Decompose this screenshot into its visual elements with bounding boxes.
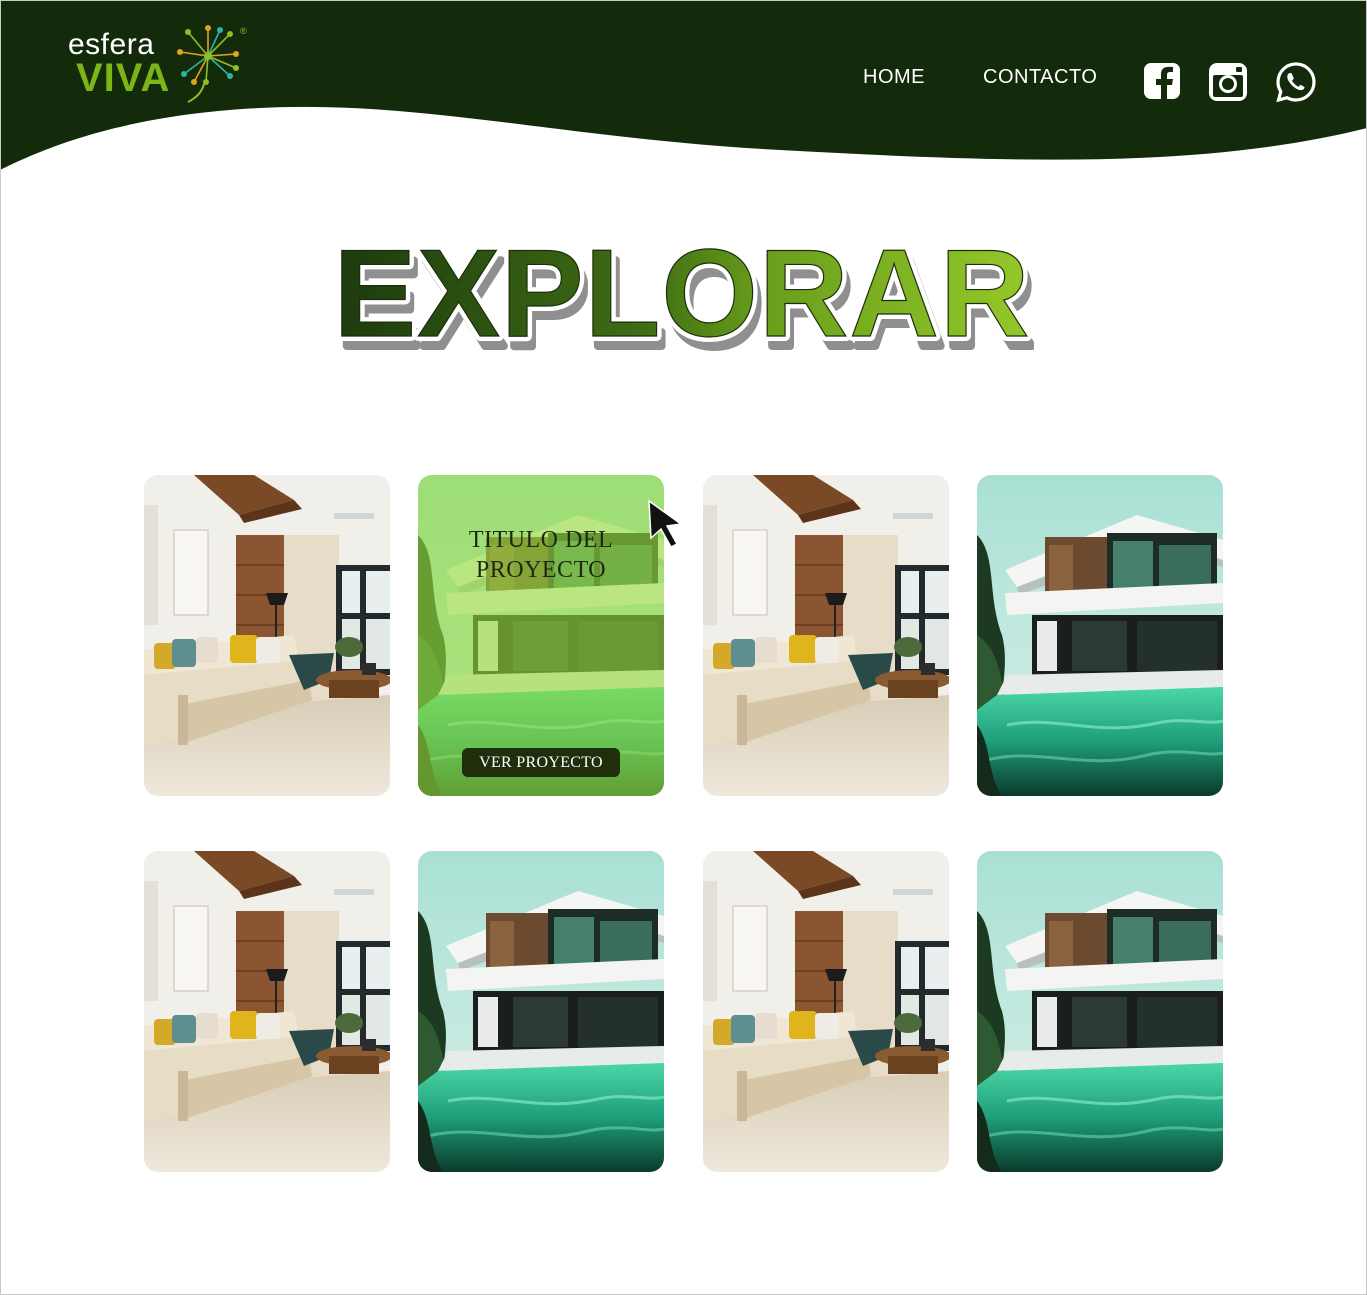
facebook-icon[interactable] [1143, 62, 1183, 102]
project-image-living-room [703, 475, 949, 796]
project-card-7[interactable] [703, 851, 949, 1172]
project-card-6[interactable] [418, 851, 664, 1172]
registered-mark: ® [240, 26, 247, 36]
view-project-button[interactable]: VER PROYECTO [462, 748, 620, 777]
dandelion-icon: ® [177, 25, 247, 103]
project-card-3[interactable] [703, 475, 949, 796]
page-title: EXPLORAR EXPLORAR EXPLORAR [328, 220, 1038, 377]
mouse-cursor-icon [648, 499, 683, 548]
page-title-wrap: EXPLORAR EXPLORAR EXPLORAR [0, 220, 1367, 377]
project-title-line-1: TITULO DEL [468, 527, 614, 553]
brand-logo[interactable]: esfera VIVA ® [66, 22, 256, 112]
project-card-1[interactable] [144, 475, 390, 796]
nav-home-link[interactable]: HOME [863, 66, 925, 89]
svg-text:EXPLORAR: EXPLORAR [334, 230, 1030, 363]
project-image-modern-house [418, 851, 664, 1172]
project-card-5[interactable] [144, 851, 390, 1172]
project-image-living-room [144, 475, 390, 796]
project-title-line-2: PROYECTO [475, 557, 607, 583]
project-title: TITULO DEL PROYECTO [418, 525, 664, 585]
project-image-modern-house [977, 851, 1223, 1172]
project-image-modern-house [977, 475, 1223, 796]
nav-contact-link[interactable]: CONTACTO [983, 66, 1097, 89]
project-image-living-room [144, 851, 390, 1172]
project-card-4[interactable] [977, 475, 1223, 796]
instagram-icon[interactable] [1208, 62, 1248, 102]
project-card-2-hover[interactable]: TITULO DEL PROYECTO VER PROYECTO [418, 475, 664, 796]
brand-name-bottom: VIVA [76, 56, 171, 100]
whatsapp-icon[interactable] [1276, 62, 1316, 102]
project-image-living-room [703, 851, 949, 1172]
project-card-8[interactable] [977, 851, 1223, 1172]
